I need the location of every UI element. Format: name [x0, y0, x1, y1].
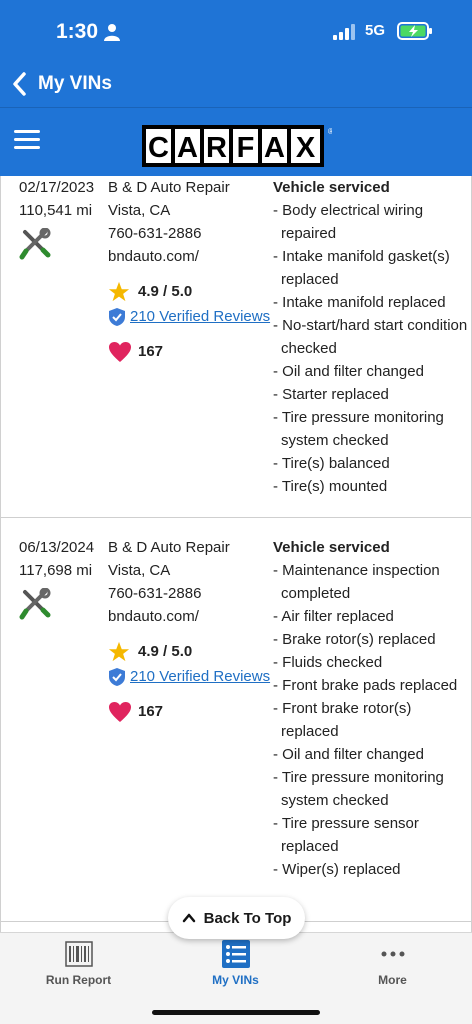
menu-line	[14, 130, 40, 133]
heart-icon	[109, 341, 131, 362]
heart-icon	[109, 701, 131, 722]
service-item: - Tire pressure sensor replaced	[273, 815, 419, 855]
service-record: 02/17/2023 110,541 mi B & D Auto Repair …	[1, 176, 471, 518]
shop-name: B & D Auto Repair	[108, 179, 230, 196]
svg-text:R: R	[206, 132, 227, 164]
rating-value: 4.9 / 5.0	[138, 643, 193, 660]
back-label: My VINs	[38, 73, 112, 94]
menu-line	[14, 138, 40, 141]
svg-text:C: C	[148, 132, 169, 164]
shop-phone[interactable]: 760-631-2886	[108, 582, 270, 605]
shop-website[interactable]: bndauto.com/	[108, 605, 270, 628]
service-item: - Tire(s) mounted	[273, 478, 388, 495]
tab-label: Run Report	[45, 973, 112, 987]
shop-website[interactable]: bndauto.com/	[108, 245, 270, 268]
service-item: - Oil and filter changed	[273, 746, 424, 763]
wrench-screwdriver-icon	[19, 227, 51, 260]
svg-text:®: ®	[328, 127, 332, 136]
person-icon	[104, 24, 120, 41]
back-button[interactable]: My VINs	[10, 68, 112, 100]
reviews-link[interactable]: 210 Verified Reviews	[130, 305, 270, 328]
star-icon	[108, 641, 130, 661]
tab-run-report[interactable]: Run Report	[0, 933, 157, 1003]
list-icon	[221, 940, 250, 968]
record-mileage: 117,698 mi	[19, 562, 93, 579]
battery-charging-icon	[397, 22, 432, 40]
wrench-screwdriver-icon	[19, 587, 51, 620]
service-item: - Tire pressure monitoring system checke…	[273, 409, 444, 449]
service-item: - Tire pressure monitoring system checke…	[273, 769, 444, 809]
chevron-up-icon	[182, 913, 195, 923]
shop-phone[interactable]: 760-631-2886	[108, 222, 270, 245]
chevron-left-icon	[13, 72, 26, 96]
service-item: - No-start/hard start condition checked	[273, 317, 468, 357]
service-item: - Oil and filter changed	[273, 363, 424, 380]
reviews-link[interactable]: 210 Verified Reviews	[130, 665, 270, 688]
service-details: Vehicle serviced - Maintenance inspectio…	[273, 536, 469, 881]
record-date-column: 02/17/2023 110,541 mi	[19, 176, 94, 267]
barcode-icon	[64, 941, 93, 967]
shop-favorites[interactable]: 167	[108, 340, 270, 363]
service-item: - Front brake pads replaced	[273, 677, 458, 694]
service-item: - Intake manifold gasket(s) replaced	[273, 248, 450, 288]
service-item: - Wiper(s) replaced	[273, 861, 401, 878]
service-item: - Body electrical wiring repaired	[273, 202, 424, 242]
shield-check-icon	[109, 307, 125, 326]
tab-label: More	[378, 973, 407, 987]
back-to-top-button[interactable]: Back To Top	[168, 897, 305, 939]
service-item: - Front brake rotor(s) replaced	[273, 700, 412, 740]
shop-info: B & D Auto Repair Vista, CA 760-631-2886…	[108, 536, 270, 723]
service-records-list[interactable]: 02/17/2023 110,541 mi B & D Auto Repair …	[0, 176, 472, 932]
svg-text:X: X	[296, 132, 316, 164]
favorites-count: 167	[138, 343, 164, 360]
brand-header: C A R F A X ®	[0, 108, 472, 176]
service-item: - Maintenance inspection completed	[273, 562, 440, 602]
tab-my-vins[interactable]: My VINs	[157, 933, 314, 1003]
network-type: 5G	[365, 22, 386, 39]
record-mileage: 110,541 mi	[19, 202, 93, 219]
star-icon	[108, 281, 130, 301]
status-time: 1:30	[56, 20, 99, 43]
service-details: Vehicle serviced - Body electrical wirin…	[273, 176, 469, 498]
shop-name: B & D Auto Repair	[108, 539, 230, 556]
menu-line	[14, 146, 40, 149]
shop-location: Vista, CA	[108, 562, 171, 579]
service-item: - Starter replaced	[273, 386, 389, 403]
svg-text:F: F	[237, 132, 255, 164]
shop-info: B & D Auto Repair Vista, CA 760-631-2886…	[108, 176, 270, 363]
service-item: - Air filter replaced	[273, 608, 394, 625]
service-header: Vehicle serviced	[273, 539, 390, 556]
verified-reviews[interactable]: 210 Verified Reviews	[108, 665, 270, 688]
record-date: 06/13/2024	[19, 539, 95, 556]
rating-value: 4.9 / 5.0	[138, 283, 193, 300]
shop-rating: 4.9 / 5.0	[108, 640, 270, 663]
shield-check-icon	[109, 667, 125, 686]
service-header: Vehicle serviced	[273, 179, 390, 196]
back-to-top-label: Back To Top	[203, 909, 292, 927]
service-item: - Intake manifold replaced	[273, 294, 446, 311]
favorites-count: 167	[138, 703, 164, 720]
home-indicator	[152, 1010, 320, 1015]
service-item: - Tire(s) balanced	[273, 455, 390, 472]
service-item: - Fluids checked	[273, 654, 383, 671]
service-item: - Brake rotor(s) replaced	[273, 631, 436, 648]
shop-location: Vista, CA	[108, 202, 171, 219]
svg-text:A: A	[264, 132, 285, 164]
status-bar: 1:30 5G	[0, 0, 472, 60]
record-date-column: 06/13/2024 117,698 mi	[19, 536, 94, 627]
tab-more[interactable]: More	[314, 933, 471, 1003]
hamburger-menu-button[interactable]	[14, 130, 40, 154]
shop-favorites[interactable]: 167	[108, 700, 270, 723]
tab-label: My VINs	[212, 973, 259, 987]
verified-reviews[interactable]: 210 Verified Reviews	[108, 305, 270, 328]
carfax-logo: C A R F A X ®	[142, 125, 332, 167]
shop-rating: 4.9 / 5.0	[108, 280, 270, 303]
navigation-bar: My VINs	[0, 60, 472, 108]
svg-text:A: A	[177, 132, 198, 164]
record-date: 02/17/2023	[19, 179, 95, 196]
service-record: 06/13/2024 117,698 mi B & D Auto Repair …	[1, 518, 471, 922]
more-dots-icon	[381, 951, 404, 957]
cellular-signal-icon	[333, 24, 355, 40]
